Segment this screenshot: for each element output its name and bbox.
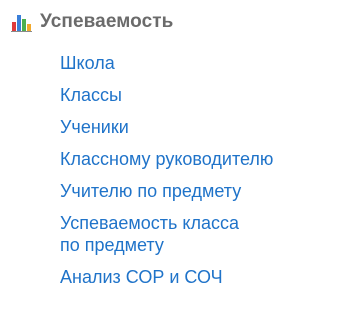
menu-items: Школа Классы Ученики Классному руководит… — [60, 52, 273, 298]
menu-item-sor-soch-analysis[interactable]: Анализ СОР и СОЧ — [60, 266, 273, 288]
menu-item-students[interactable]: Ученики — [60, 116, 273, 138]
menu-item-school[interactable]: Школа — [60, 52, 273, 74]
menu-item-label-line2: по предмету — [60, 235, 164, 255]
menu-item-classes[interactable]: Классы — [60, 84, 273, 106]
menu-header[interactable]: Успеваемость — [11, 9, 173, 35]
menu-item-subject-teacher[interactable]: Учителю по предмету — [60, 180, 273, 202]
grades-menu: Успеваемость Школа Классы Ученики Классн… — [0, 0, 354, 319]
menu-item-class-teacher[interactable]: Классному руководителю — [60, 148, 273, 170]
menu-title: Успеваемость — [40, 11, 174, 32]
menu-item-label-line1: Успеваемость класса — [60, 213, 239, 233]
menu-item-class-subject-performance[interactable]: Успеваемость класса по предмету — [60, 212, 273, 256]
bar-chart-icon — [11, 12, 33, 32]
